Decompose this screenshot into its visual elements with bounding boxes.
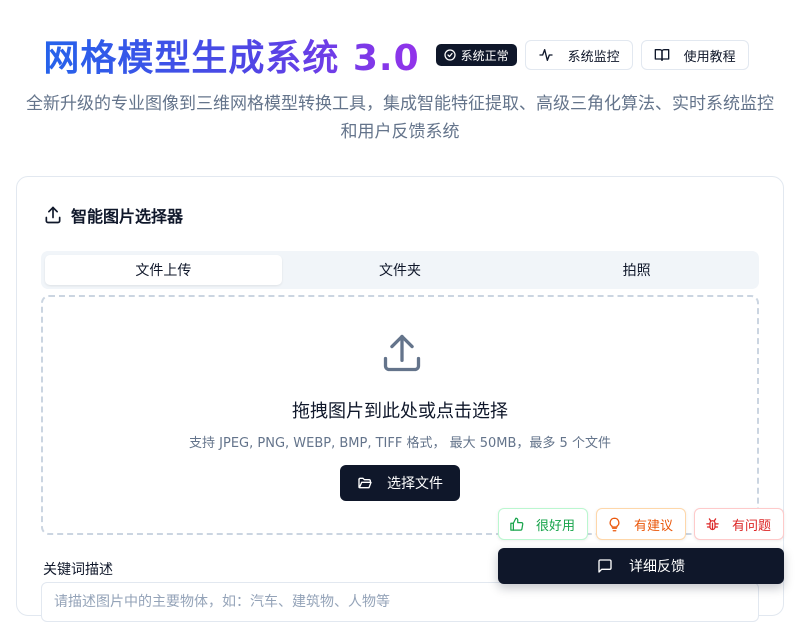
tutorial-button[interactable]: 使用教程 [640, 40, 749, 70]
choose-file-button[interactable]: 选择文件 [340, 465, 460, 501]
system-monitor-label: 系统监控 [567, 49, 620, 65]
tutorial-label: 使用教程 [683, 49, 736, 65]
feedback-good-label: 很好用 [536, 518, 576, 534]
book-open-icon [654, 49, 669, 61]
card-header: 智能图片选择器 [43, 203, 183, 227]
source-tabs: 文件上传 文件夹 拍照 [41, 251, 759, 289]
feedback-good-button[interactable]: 很好用 [498, 508, 588, 540]
message-square-icon [598, 559, 612, 573]
check-circle-icon [444, 49, 456, 61]
system-status-badge: 系统正常 [435, 44, 517, 66]
page-subtitle: 全新升级的专业图像到三维网格模型转换工具，集成智能特征提取、高级三角化算法、实时… [26, 94, 774, 142]
thumbs-up-icon [510, 517, 524, 531]
tab-file-upload[interactable]: 文件上传 [45, 255, 282, 285]
page-header: 网格模型生成系统 3.0 系统正常 系统监控 使用教程 [0, 30, 800, 80]
system-monitor-button[interactable]: 系统监控 [524, 40, 633, 70]
page-title: 网格模型生成系统 3.0 [43, 29, 419, 81]
activity-icon [538, 49, 553, 61]
keywords-label: 关键词描述 [43, 562, 113, 578]
card-title: 智能图片选择器 [71, 207, 184, 226]
tab-folder[interactable]: 文件夹 [282, 255, 519, 285]
drop-zone[interactable]: 拖拽图片到此处或点击选择 支持 JPEG, PNG, WEBP, BMP, TI… [41, 295, 759, 535]
system-status-text: 系统正常 [460, 48, 509, 63]
feedback-bug-label: 有问题 [732, 518, 772, 534]
quick-feedback-row: 很好用 有建议 有问题 [498, 508, 784, 540]
upload-large-icon [383, 334, 421, 372]
feedback-idea-button[interactable]: 有建议 [596, 508, 686, 540]
choose-file-label: 选择文件 [387, 476, 443, 492]
lightbulb-icon [609, 517, 620, 531]
drop-zone-title: 拖拽图片到此处或点击选择 [292, 401, 508, 422]
keywords-input[interactable] [41, 582, 759, 622]
detailed-feedback-label: 详细反馈 [629, 559, 685, 575]
drop-zone-hint: 支持 JPEG, PNG, WEBP, BMP, TIFF 格式， 最大 50M… [189, 436, 611, 451]
feedback-idea-label: 有建议 [634, 518, 674, 534]
detailed-feedback-button[interactable]: 详细反馈 [498, 548, 784, 584]
upload-icon [45, 206, 61, 224]
folder-open-icon [358, 477, 372, 489]
bug-icon [706, 517, 719, 530]
feedback-bug-button[interactable]: 有问题 [694, 508, 784, 540]
tab-camera[interactable]: 拍照 [518, 255, 755, 285]
